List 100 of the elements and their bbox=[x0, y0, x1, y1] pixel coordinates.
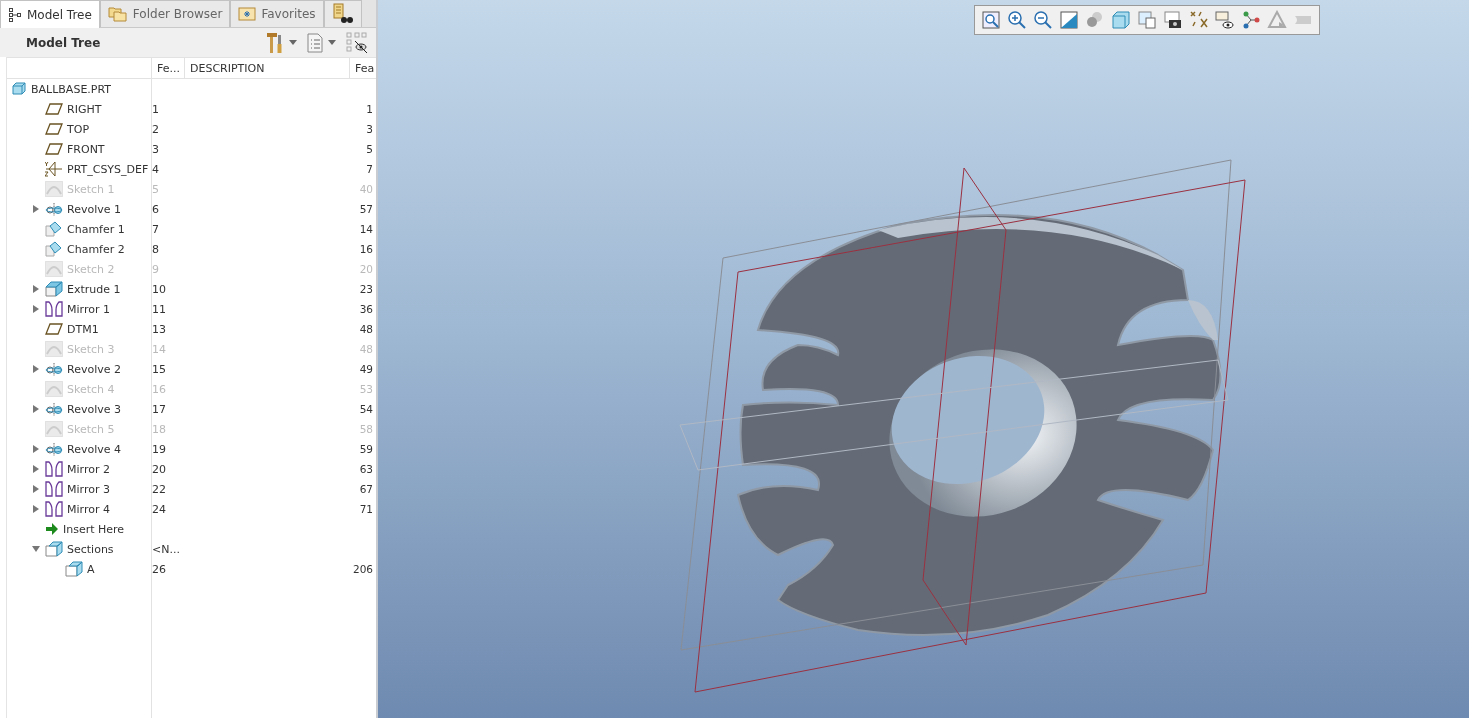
tree-item[interactable]: Insert Here bbox=[63, 522, 125, 536]
tree-item[interactable]: Chamfer 2 bbox=[67, 242, 125, 256]
feature-number: <N... bbox=[152, 542, 180, 556]
zoom-in-icon[interactable] bbox=[1007, 10, 1027, 30]
column-header[interactable]: DESCRIPTION bbox=[184, 58, 349, 78]
feature-number: 16 bbox=[152, 382, 166, 396]
revolve-icon bbox=[45, 362, 63, 376]
display-toggle-icon[interactable] bbox=[1215, 10, 1235, 30]
table-cell: 14 bbox=[359, 223, 373, 235]
tree-item[interactable]: A bbox=[87, 562, 95, 576]
feature-number: 2 bbox=[152, 122, 159, 136]
tree-item[interactable]: Mirror 4 bbox=[67, 502, 110, 516]
expand-arrow-icon[interactable] bbox=[32, 285, 40, 293]
coordinate-system-icon bbox=[45, 161, 63, 177]
tree-visibility-icon[interactable] bbox=[346, 31, 368, 54]
camera-icon[interactable] bbox=[1163, 10, 1183, 30]
table-cell: 36 bbox=[359, 303, 373, 315]
datum-display-icon[interactable] bbox=[1189, 10, 1209, 30]
tree-item[interactable]: FRONT bbox=[67, 142, 105, 156]
feature-number: 22 bbox=[152, 482, 166, 496]
feature-number: 24 bbox=[152, 502, 166, 516]
hammer-screwdriver-icon[interactable] bbox=[266, 31, 284, 54]
cube-icon[interactable] bbox=[1111, 10, 1131, 30]
arrow-icon bbox=[45, 523, 59, 535]
plane-icon bbox=[45, 123, 63, 135]
collapse-arrow-icon[interactable] bbox=[32, 545, 40, 553]
expand-arrow-icon[interactable] bbox=[32, 305, 40, 313]
column-header[interactable]: Fea bbox=[349, 58, 373, 78]
feature-number: 1 bbox=[152, 102, 159, 116]
dropdown-caret-icon[interactable] bbox=[328, 40, 336, 45]
table-cell: 48 bbox=[359, 343, 373, 355]
tree-item[interactable]: Mirror 1 bbox=[67, 302, 110, 316]
sketch-icon bbox=[45, 181, 63, 197]
search-tab[interactable] bbox=[323, 0, 362, 27]
feature-number: 20 bbox=[152, 462, 166, 476]
tree-item[interactable]: BALLBASE.PRT bbox=[31, 82, 112, 96]
tree-item[interactable]: Extrude 1 bbox=[67, 282, 121, 296]
revolve-icon bbox=[45, 442, 63, 456]
extrude-icon bbox=[45, 281, 63, 297]
expand-arrow-icon[interactable] bbox=[32, 365, 40, 373]
view-refit-icon[interactable] bbox=[1059, 10, 1079, 30]
table-cell: 49 bbox=[359, 363, 373, 375]
cube-icon bbox=[45, 541, 63, 557]
table-cell: 40 bbox=[359, 183, 373, 195]
tree-item[interactable]: PRT_CSYS_DEF bbox=[67, 162, 149, 176]
panel-tab[interactable]: Folder Browser bbox=[99, 0, 231, 27]
sketch-icon bbox=[45, 341, 63, 357]
revolve-icon bbox=[45, 402, 63, 416]
expand-arrow-icon[interactable] bbox=[32, 465, 40, 473]
tree-item[interactable]: Mirror 3 bbox=[67, 482, 110, 496]
expand-arrow-icon[interactable] bbox=[32, 485, 40, 493]
chamfer-icon bbox=[45, 221, 63, 237]
table-cell: 54 bbox=[359, 403, 373, 415]
feature-number: 15 bbox=[152, 362, 166, 376]
table-cell: 58 bbox=[359, 423, 373, 435]
feature-number: 18 bbox=[152, 422, 166, 436]
tree-item[interactable]: TOP bbox=[67, 122, 89, 136]
chamfer-icon bbox=[45, 241, 63, 257]
plane-icon bbox=[45, 323, 63, 335]
sketch-icon bbox=[45, 381, 63, 397]
table-cell: 71 bbox=[359, 503, 373, 515]
feature-number: 14 bbox=[152, 342, 166, 356]
tree-item[interactable]: Revolve 1 bbox=[67, 202, 121, 216]
column-header[interactable]: Fe... bbox=[151, 58, 184, 78]
expand-arrow-icon[interactable] bbox=[32, 405, 40, 413]
tree-item[interactable]: Revolve 4 bbox=[67, 442, 121, 456]
dropdown-caret-icon[interactable] bbox=[289, 40, 297, 45]
spheres-icon[interactable] bbox=[1085, 10, 1105, 30]
expand-arrow-icon[interactable] bbox=[32, 445, 40, 453]
table-cell: 5 bbox=[366, 143, 373, 155]
feature-number: 4 bbox=[152, 162, 159, 176]
feature-number: 26 bbox=[152, 562, 166, 576]
panel-tab[interactable]: Favorites bbox=[230, 0, 324, 27]
table-cell: 63 bbox=[359, 463, 373, 475]
tree-item[interactable]: Revolve 2 bbox=[67, 362, 121, 376]
tree-item[interactable]: Sections bbox=[67, 542, 114, 556]
tree-item[interactable]: Chamfer 1 bbox=[67, 222, 125, 236]
tree-item[interactable]: Revolve 3 bbox=[67, 402, 121, 416]
expand-arrow-icon[interactable] bbox=[32, 505, 40, 513]
saved-views-icon[interactable] bbox=[1137, 10, 1157, 30]
tree-item[interactable]: Mirror 2 bbox=[67, 462, 110, 476]
cube-icon bbox=[11, 82, 27, 96]
tree-item[interactable]: DTM1 bbox=[67, 322, 99, 336]
expand-arrow-icon[interactable] bbox=[32, 205, 40, 213]
feature-number: 5 bbox=[152, 182, 159, 196]
feature-number: 13 bbox=[152, 322, 166, 336]
zoom-fit-icon[interactable] bbox=[981, 10, 1001, 30]
table-cell: 57 bbox=[359, 203, 373, 215]
tree-item[interactable]: RIGHT bbox=[67, 102, 102, 116]
feature-number: 19 bbox=[152, 442, 166, 456]
zoom-out-icon[interactable] bbox=[1033, 10, 1053, 30]
feature-number: 3 bbox=[152, 142, 159, 156]
feature-number: 10 bbox=[152, 282, 166, 296]
feature-number: 6 bbox=[152, 202, 159, 216]
table-cell: 23 bbox=[359, 283, 373, 295]
panel-tab[interactable]: Model Tree bbox=[0, 0, 100, 28]
sketch-icon bbox=[45, 261, 63, 277]
mirror-icon bbox=[45, 481, 63, 497]
feature-number: 17 bbox=[152, 402, 166, 416]
nodes-icon[interactable] bbox=[1241, 10, 1261, 30]
